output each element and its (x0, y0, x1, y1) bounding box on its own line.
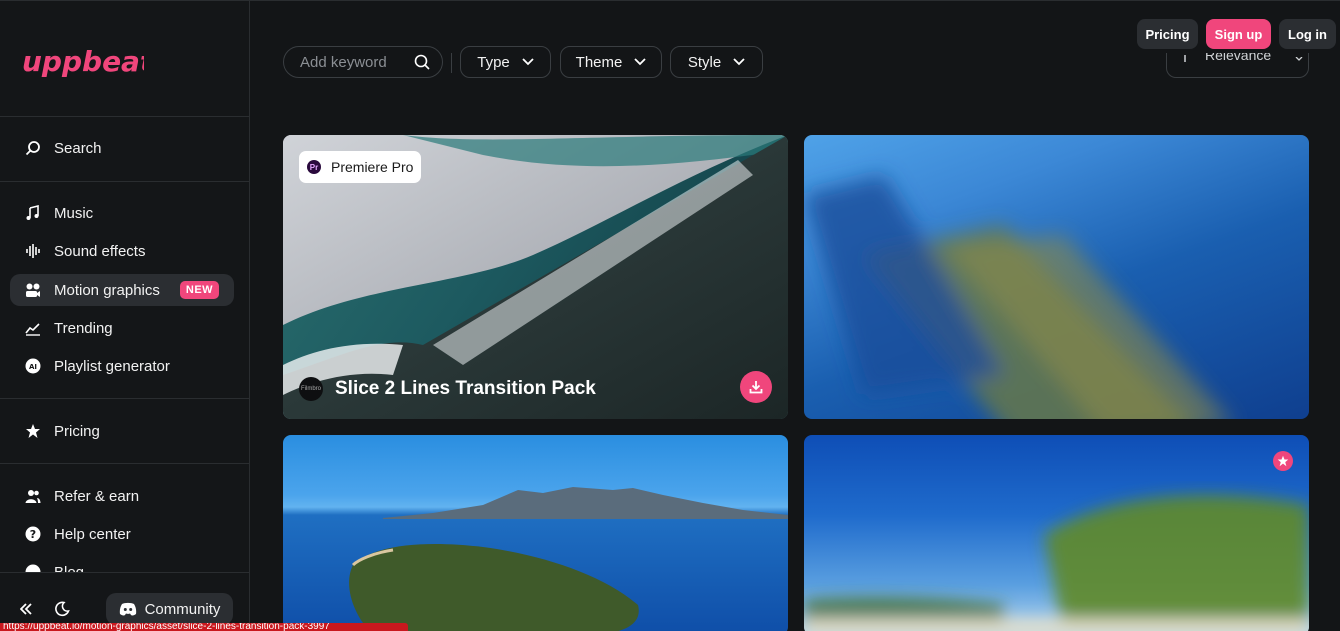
sidebar-item-label: Sound effects (54, 242, 146, 260)
theme-toggle-button[interactable] (49, 596, 75, 622)
creator-avatar[interactable]: Filmbro (299, 377, 323, 401)
sidebar-item-label: Search (54, 139, 102, 157)
pricing-button[interactable]: Pricing (1137, 19, 1198, 49)
asset-thumbnail (804, 175, 1229, 419)
asset-card[interactable] (804, 435, 1309, 631)
signup-button[interactable]: Sign up (1206, 19, 1271, 49)
download-button[interactable] (740, 371, 772, 403)
sidebar-item-music[interactable]: Music (10, 197, 234, 229)
browser-status-url: https://uppbeat.io/motion-graphics/asset… (0, 623, 408, 631)
asset-thumbnail (349, 487, 788, 631)
sort-arrow-icon (1184, 55, 1186, 62)
app-tag-label: Premiere Pro (331, 159, 414, 175)
sidebar-item-label: Trending (54, 319, 113, 337)
sidebar-item-label: Motion graphics (54, 281, 160, 299)
chevron-down-icon (733, 58, 745, 66)
sort-label: Relevance (1205, 53, 1272, 63)
search-icon[interactable] (414, 54, 430, 70)
community-label: Community (144, 600, 221, 618)
sidebar-item-search[interactable]: Search (10, 132, 234, 164)
sidebar-item-help-center[interactable]: ? Help center (10, 518, 234, 550)
premiere-pro-icon: Pr (307, 160, 321, 174)
sidebar-item-playlist-generator[interactable]: AI Playlist generator (10, 350, 234, 382)
card-title-row: Filmbro Slice 2 Lines Transition Pack (299, 377, 596, 401)
app-root: uppbeat Search Music Sound effects Motio… (0, 0, 1340, 631)
asset-thumbnail (804, 495, 1309, 631)
login-button[interactable]: Log in (1279, 19, 1336, 49)
community-button[interactable]: Community (106, 593, 233, 625)
asset-card[interactable]: Pr Premiere Pro Filmbro Slice 2 Lines Tr… (283, 135, 788, 419)
sidebar: uppbeat Search Music Sound effects Motio… (0, 0, 250, 631)
keyword-search-input[interactable] (300, 53, 410, 71)
chevron-down-icon (522, 58, 534, 66)
asset-card[interactable] (283, 435, 788, 631)
search-icon (24, 139, 42, 157)
discord-icon (119, 602, 136, 616)
card-title[interactable]: Slice 2 Lines Transition Pack (335, 378, 596, 400)
sidebar-divider (0, 181, 249, 182)
style-filter-dropdown[interactable]: Style (670, 46, 763, 78)
sidebar-item-label: Music (54, 204, 94, 222)
sort-dropdown[interactable]: Relevance (1166, 53, 1309, 78)
sidebar-item-refer-earn[interactable]: Refer & earn (10, 480, 234, 512)
users-icon (24, 487, 42, 505)
help-icon: ? (24, 525, 42, 543)
sidebar-divider (0, 463, 249, 464)
asset-card[interactable] (804, 135, 1309, 419)
filter-divider (451, 53, 452, 73)
premium-badge (1273, 451, 1293, 471)
sidebar-item-label: Refer & earn (54, 487, 140, 505)
theme-filter-dropdown[interactable]: Theme (560, 46, 662, 78)
filter-label: Type (477, 53, 510, 71)
star-icon (1277, 455, 1289, 467)
sidebar-item-sound-effects[interactable]: Sound effects (10, 235, 234, 267)
uppbeat-logo[interactable]: uppbeat (22, 33, 155, 85)
moon-icon (55, 601, 70, 617)
star-icon (24, 422, 42, 440)
waveform-icon (24, 242, 42, 260)
sidebar-item-pricing[interactable]: Pricing (10, 415, 234, 447)
main-content: Type Theme Style Relevance Pricing Sign … (250, 0, 1340, 631)
filter-label: Theme (575, 53, 623, 71)
sidebar-divider (0, 398, 249, 399)
sidebar-item-trending[interactable]: Trending (10, 312, 234, 344)
chevron-down-icon (634, 58, 646, 66)
trending-icon (24, 319, 42, 337)
double-chevron-left-icon (20, 603, 32, 615)
sidebar-item-label: Playlist generator (54, 357, 170, 375)
sidebar-item-label: Pricing (54, 422, 100, 440)
download-icon (749, 381, 763, 394)
svg-text:?: ? (30, 528, 36, 541)
motion-graphics-icon (24, 281, 42, 299)
music-note-icon (24, 204, 42, 222)
new-badge: NEW (179, 281, 220, 299)
logo-text: uppbeat (22, 45, 144, 78)
ai-icon: AI (24, 357, 42, 375)
app-tag: Pr Premiere Pro (299, 151, 422, 183)
type-filter-dropdown[interactable]: Type (460, 46, 551, 78)
svg-text:AI: AI (29, 363, 37, 371)
sidebar-divider (0, 116, 249, 117)
keyword-search[interactable] (283, 46, 443, 78)
sidebar-item-label: Help center (54, 525, 131, 543)
filter-label: Style (687, 53, 722, 71)
sidebar-item-motion-graphics[interactable]: Motion graphics NEW (10, 274, 234, 306)
collapse-sidebar-button[interactable] (13, 596, 39, 622)
chevron-down-icon (1295, 57, 1303, 61)
